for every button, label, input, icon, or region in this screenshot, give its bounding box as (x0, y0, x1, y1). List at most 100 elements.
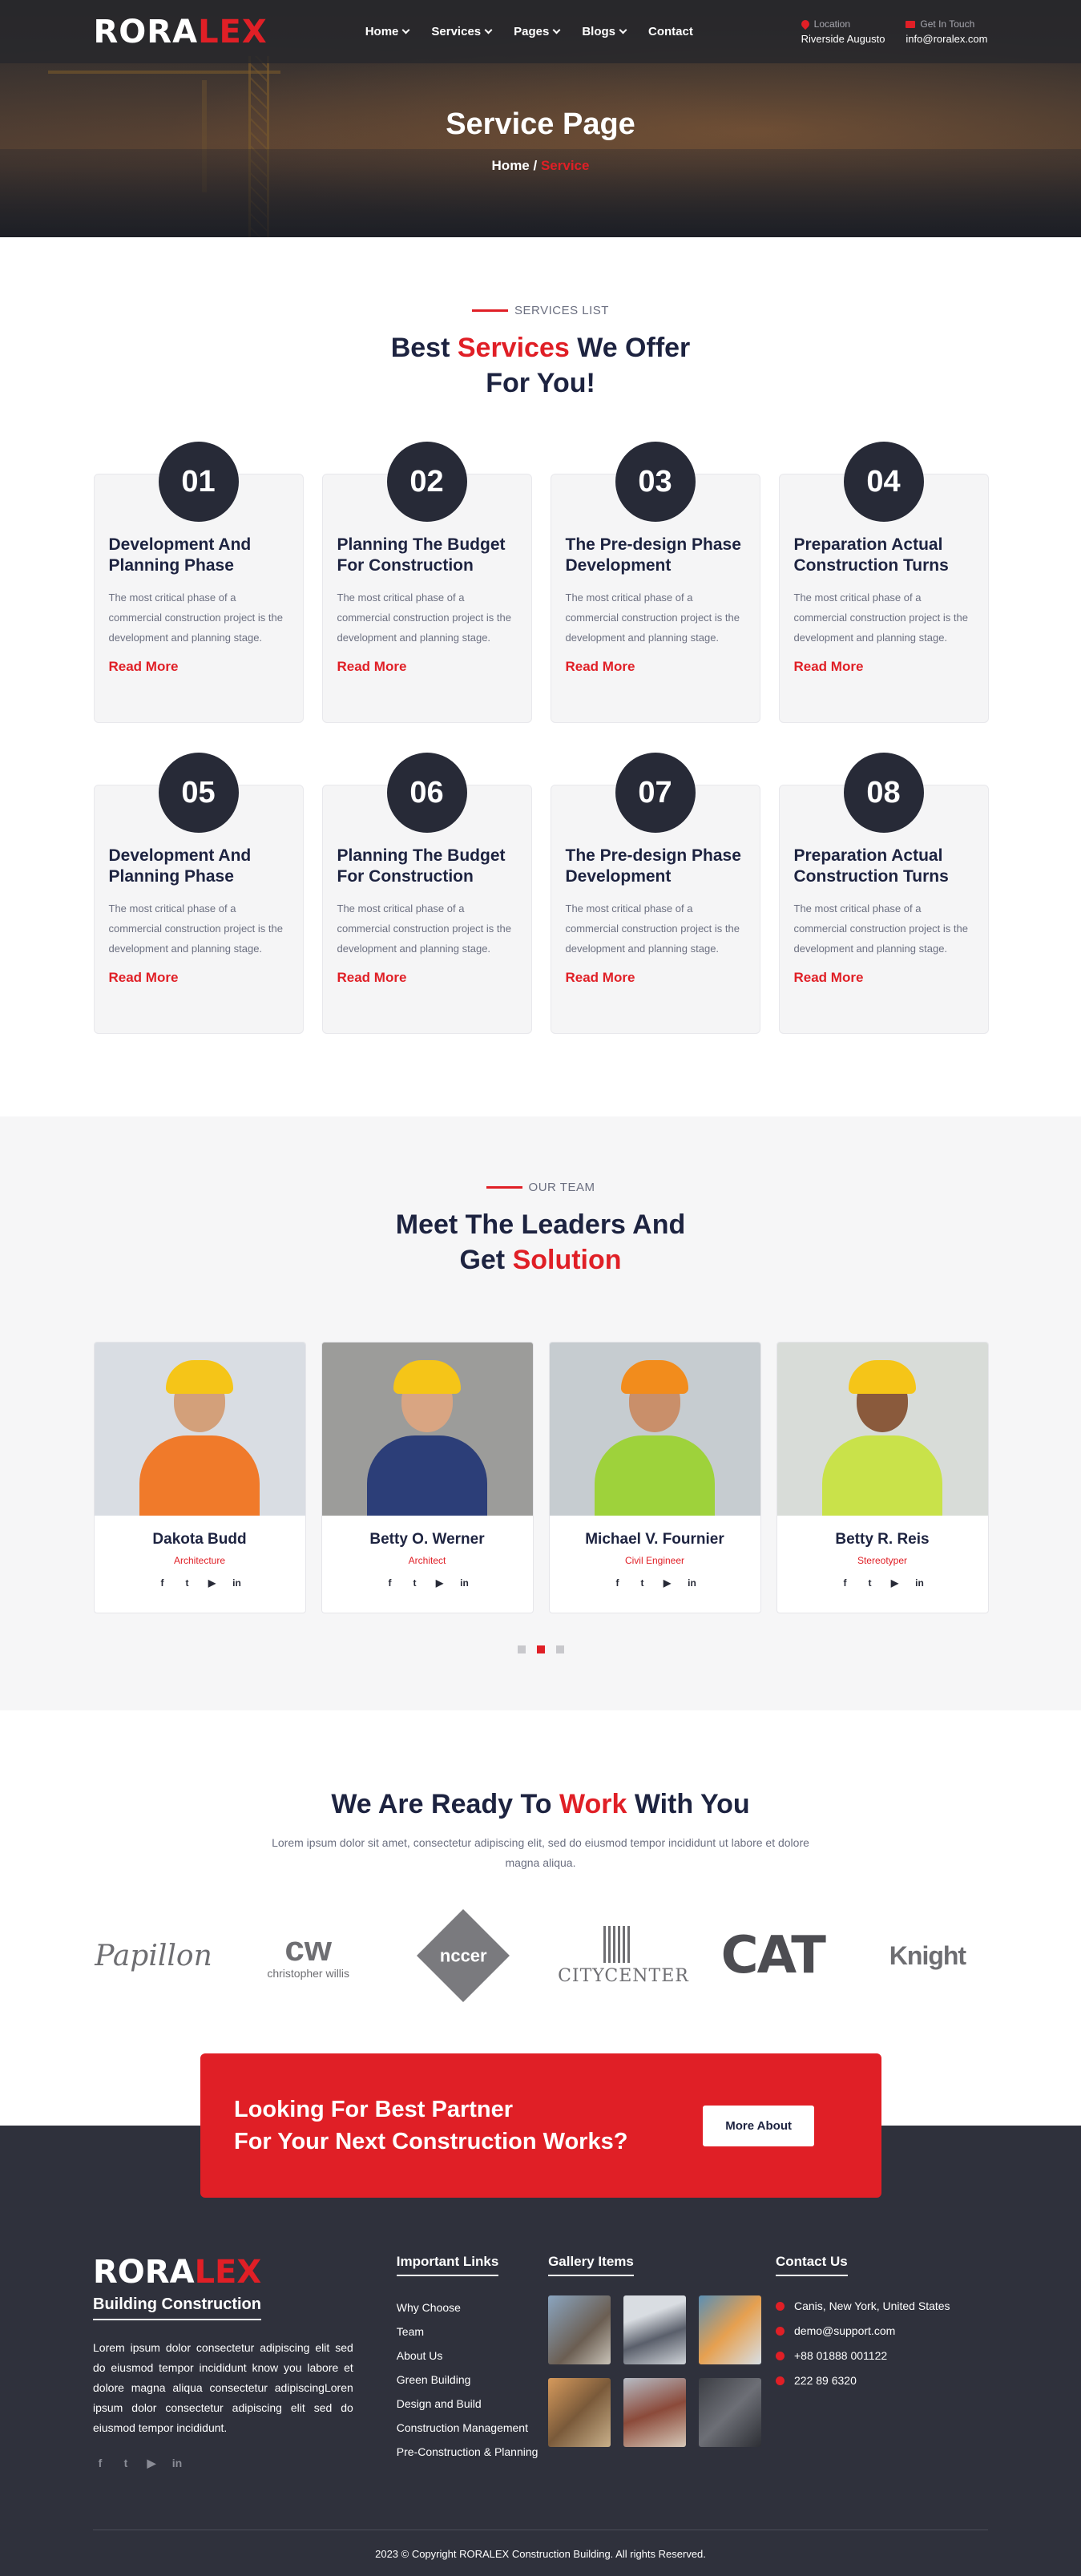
brand-logos: Papillon cw christopher willis nccer CITY… (94, 1909, 988, 2002)
twitter-icon[interactable]: t (408, 1576, 422, 1590)
contact-text: 222 89 6320 (794, 2374, 857, 2387)
member-photo (549, 1343, 760, 1516)
title-accent: Work (559, 1789, 627, 1819)
brand-logo-christopher-willis[interactable]: cw christopher willis (248, 1932, 369, 1980)
footer-link[interactable]: Pre-Construction & Planning (397, 2440, 548, 2464)
footer-link[interactable]: About Us (397, 2344, 548, 2368)
gallery-image[interactable] (623, 2295, 687, 2364)
gallery-image[interactable] (699, 2295, 762, 2364)
team-card[interactable]: Michael V. Fournier Civil Engineer f t ▶ in (548, 1342, 761, 1613)
youtube-icon[interactable]: ▶ (433, 1576, 447, 1590)
twitter-icon[interactable]: t (863, 1576, 877, 1590)
service-card: 06 Planning The Budget For Construction Th… (321, 753, 532, 1034)
menu-item-blogs[interactable]: Blogs (582, 25, 627, 38)
section-text: Lorem ipsum dolor sit amet, consectetur … (272, 1836, 809, 1869)
email-link[interactable]: info@roralex.com (906, 33, 987, 45)
facebook-icon[interactable]: f (838, 1576, 853, 1590)
youtube-icon[interactable]: ▶ (660, 1576, 675, 1590)
team-card[interactable]: Betty O. Werner Architect f t ▶ in (321, 1342, 534, 1613)
member-role: Civil Engineer (624, 1555, 685, 1566)
read-more-link[interactable]: Read More (337, 659, 517, 675)
title-line2: For You! (486, 368, 595, 398)
read-more-link[interactable]: Read More (337, 970, 517, 986)
footer-link[interactable]: Why Choose (397, 2295, 548, 2320)
service-card: 05 Development And Planning Phase The most… (93, 753, 304, 1034)
carousel-dot[interactable] (517, 1645, 526, 1653)
facebook-icon[interactable]: f (383, 1576, 397, 1590)
member-photo (776, 1343, 988, 1516)
site-logo[interactable]: RORALEX (94, 14, 268, 50)
youtube-icon[interactable]: ▶ (205, 1576, 220, 1590)
brand-logo-cat[interactable]: CAT (712, 1926, 833, 1985)
contact-email[interactable]: demo@support.com (776, 2319, 987, 2344)
carousel-dot-active[interactable] (536, 1645, 545, 1653)
team-card[interactable]: Betty R. Reis Stereotyper f t ▶ in (776, 1342, 989, 1613)
twitter-icon[interactable]: t (119, 2456, 133, 2470)
facebook-icon[interactable]: f (93, 2456, 107, 2470)
location-label: Location (813, 18, 851, 30)
cta-banner: Looking For Best Partner For Your Next Co… (200, 2053, 881, 2198)
footer-link[interactable]: Design and Build (397, 2392, 548, 2416)
tag-text: OUR TEAM (528, 1181, 595, 1194)
brand-logo-citycenter[interactable]: CITYCENTER (558, 1925, 688, 1986)
youtube-icon[interactable]: ▶ (888, 1576, 902, 1590)
youtube-icon[interactable]: ▶ (144, 2456, 159, 2470)
tag-bar (472, 309, 509, 312)
carousel-dot[interactable] (555, 1645, 564, 1653)
services-section: SERVICES LIST Best Services We Offer For… (0, 237, 1081, 1116)
gallery-image[interactable] (699, 2378, 762, 2447)
facebook-icon[interactable]: f (611, 1576, 625, 1590)
brand-logo-knight[interactable]: Knight (867, 1941, 987, 1971)
member-socials: f t ▶ in (95, 1576, 305, 1590)
twitter-icon[interactable]: t (635, 1576, 650, 1590)
title-accent: Solution (512, 1245, 622, 1275)
team-card[interactable]: Dakota Budd Architecture f t ▶ in (93, 1342, 306, 1613)
gallery-image[interactable] (548, 2378, 611, 2447)
location-value: Riverside Augusto (801, 33, 885, 45)
read-more-link[interactable]: Read More (109, 659, 288, 675)
breadcrumb-home[interactable]: Home (492, 158, 530, 173)
linkedin-icon[interactable]: in (458, 1576, 472, 1590)
read-more-link[interactable]: Read More (794, 970, 974, 986)
read-more-link[interactable]: Read More (794, 659, 974, 675)
brand-logo-nccer[interactable]: nccer (403, 1909, 523, 2002)
member-photo (94, 1343, 305, 1516)
gallery-image[interactable] (548, 2295, 611, 2364)
read-more-link[interactable]: Read More (566, 659, 745, 675)
facebook-icon[interactable]: f (155, 1576, 170, 1590)
menu-item-contact[interactable]: Contact (648, 25, 693, 38)
brand-logo-papillon[interactable]: Papillon (94, 1940, 214, 1972)
menu-item-home[interactable]: Home (365, 25, 410, 38)
tag-bar (486, 1186, 522, 1189)
read-more-link[interactable]: Read More (109, 970, 288, 986)
read-more-link[interactable]: Read More (566, 970, 745, 986)
service-text: The most critical phase of a commercial … (108, 592, 283, 644)
top-navigation: RORALEX Home Services Pages Blogs Contac… (0, 0, 1081, 63)
contact-phone[interactable]: +88 01888 001122 (776, 2344, 987, 2368)
footer-logo[interactable]: RORALEX (93, 2254, 353, 2291)
gallery-image[interactable] (623, 2378, 687, 2447)
header-contact: Location Riverside Augusto Get In Touch … (799, 18, 988, 45)
team-carousel: Dakota Budd Architecture f t ▶ in Betty O. … (93, 1342, 989, 1613)
more-about-button[interactable]: More About (703, 2105, 814, 2146)
linkedin-icon[interactable]: in (170, 2456, 184, 2470)
service-number: 01 (158, 442, 239, 522)
title-part: We Offer (569, 333, 691, 363)
member-name[interactable]: Betty R. Reis (777, 1531, 988, 1548)
member-name[interactable]: Michael V. Fournier (550, 1531, 760, 1548)
linkedin-icon[interactable]: in (685, 1576, 700, 1590)
menu-item-services[interactable]: Services (431, 25, 493, 38)
brand-name: christopher willis (267, 1967, 350, 1980)
logo-main: RORA (93, 13, 199, 50)
linkedin-icon[interactable]: in (913, 1576, 927, 1590)
member-name[interactable]: Betty O. Werner (322, 1531, 533, 1548)
footer-link[interactable]: Green Building (397, 2368, 548, 2392)
member-name[interactable]: Dakota Budd (95, 1531, 305, 1548)
service-title: Preparation Actual Construction Turns (793, 535, 949, 575)
footer-link[interactable]: Construction Management (397, 2416, 548, 2440)
tag-text: SERVICES LIST (514, 304, 609, 317)
menu-item-pages[interactable]: Pages (514, 25, 561, 38)
footer-link[interactable]: Team (397, 2320, 548, 2344)
twitter-icon[interactable]: t (180, 1576, 195, 1590)
linkedin-icon[interactable]: in (230, 1576, 244, 1590)
